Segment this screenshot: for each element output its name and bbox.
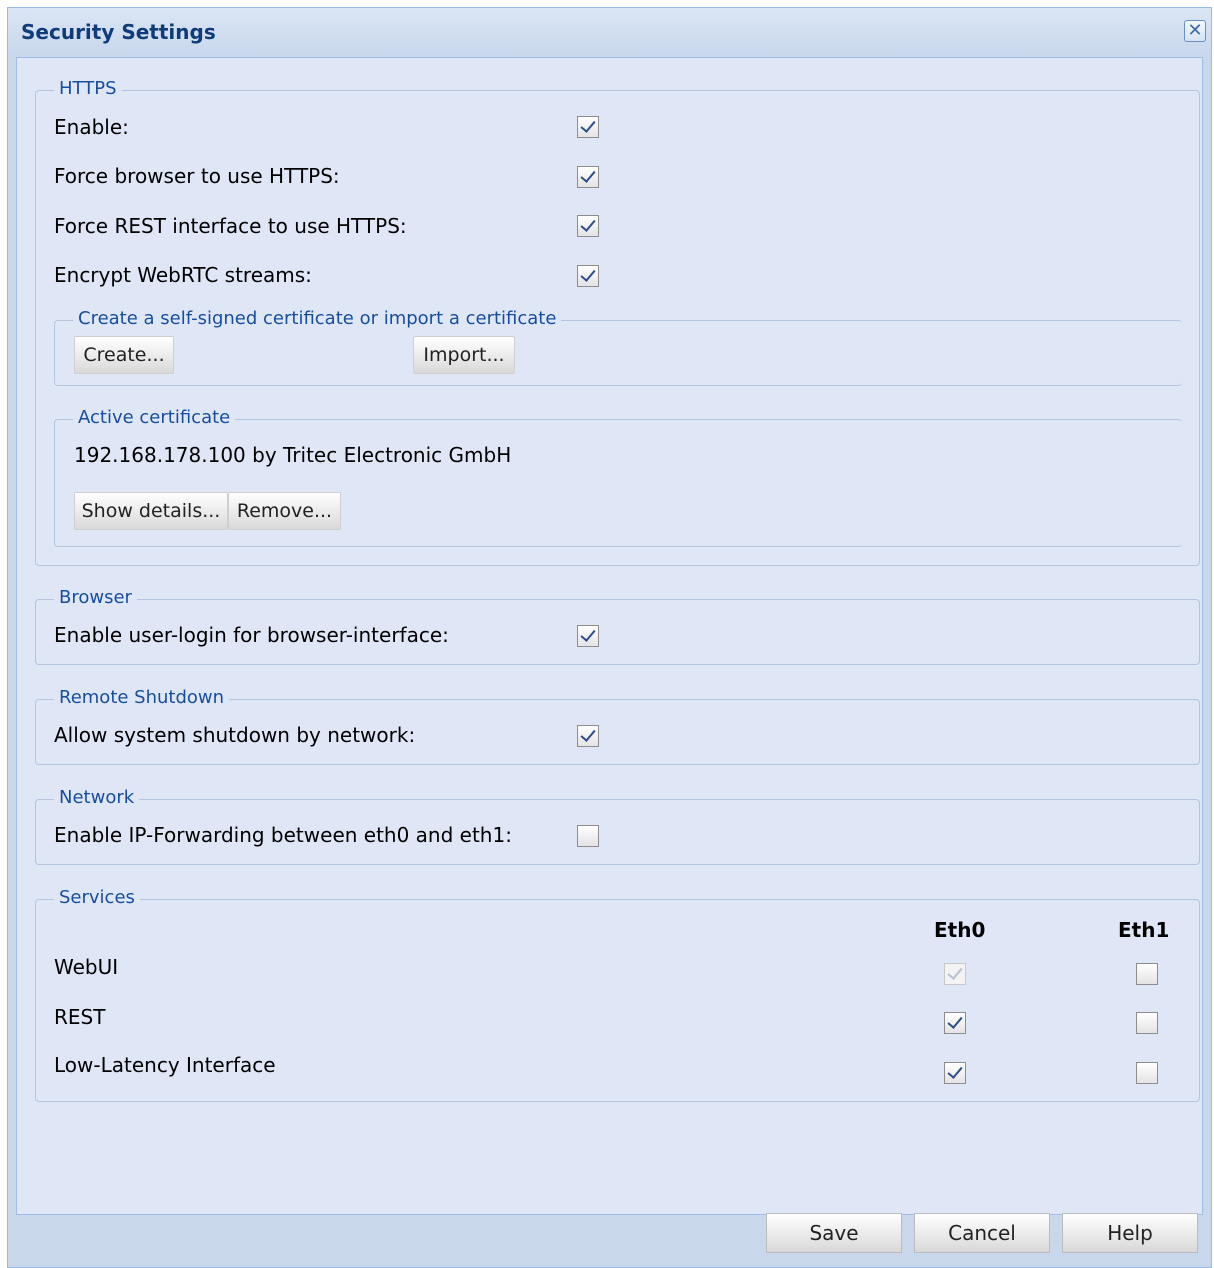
rest-eth0-checkbox[interactable] [944, 1012, 966, 1034]
https-legend: HTTPS [54, 78, 122, 100]
cancel-button[interactable]: Cancel [914, 1213, 1050, 1253]
service-label-rest: REST [54, 1005, 106, 1029]
dialog-body: HTTPS Enable: Force browser to use HTTPS… [16, 57, 1203, 1215]
help-button[interactable]: Help [1062, 1213, 1198, 1253]
remote-shutdown-legend: Remote Shutdown [54, 687, 230, 709]
force-browser-https-checkbox[interactable] [577, 166, 599, 188]
certificate-group-legend: Create a self-signed certificate or impo… [73, 308, 562, 330]
network-fieldset: Network Enable IP-Forwarding between eth… [35, 787, 1200, 865]
active-certificate-legend: Active certificate [73, 407, 236, 429]
low-latency-eth0-checkbox[interactable] [944, 1062, 966, 1084]
certificate-group: Create a self-signed certificate or impo… [54, 308, 1182, 386]
browser-fieldset: Browser Enable user-login for browser-in… [35, 587, 1200, 665]
save-button[interactable]: Save [766, 1213, 902, 1253]
remove-certificate-button[interactable]: Remove... [228, 492, 341, 530]
show-details-button[interactable]: Show details... [74, 492, 228, 530]
browser-login-label: Enable user-login for browser-interface: [54, 623, 449, 647]
eth1-column-header: Eth1 [1118, 918, 1170, 942]
remote-shutdown-checkbox[interactable] [577, 725, 599, 747]
https-fieldset: HTTPS Enable: Force browser to use HTTPS… [35, 78, 1200, 566]
browser-legend: Browser [54, 587, 137, 609]
remote-shutdown-label: Allow system shutdown by network: [54, 723, 416, 747]
force-rest-https-label: Force REST interface to use HTTPS: [54, 214, 407, 238]
eth0-column-header: Eth0 [934, 918, 986, 942]
encrypt-webrtc-checkbox[interactable] [577, 265, 599, 287]
webui-eth0-checkbox [944, 963, 966, 985]
close-icon[interactable]: ✕ [1184, 20, 1206, 42]
low-latency-eth1-checkbox[interactable] [1136, 1062, 1158, 1084]
create-certificate-button[interactable]: Create... [74, 336, 174, 374]
active-certificate-value: 192.168.178.100 by Tritec Electronic Gmb… [74, 443, 512, 467]
remote-shutdown-fieldset: Remote Shutdown Allow system shutdown by… [35, 687, 1200, 765]
ip-forwarding-label: Enable IP-Forwarding between eth0 and et… [54, 823, 512, 847]
active-certificate-group: Active certificate 192.168.178.100 by Tr… [54, 407, 1182, 547]
dialog-title: Security Settings [21, 20, 216, 44]
service-label-webui: WebUI [54, 955, 119, 979]
services-fieldset: Services Eth0 Eth1 WebUI REST Low-Latenc… [35, 887, 1200, 1102]
force-rest-https-checkbox[interactable] [577, 215, 599, 237]
dialog-titlebar[interactable]: Security Settings ✕ [8, 8, 1211, 56]
rest-eth1-checkbox[interactable] [1136, 1012, 1158, 1034]
https-enable-checkbox[interactable] [577, 116, 599, 138]
encrypt-webrtc-label: Encrypt WebRTC streams: [54, 263, 312, 287]
import-certificate-button[interactable]: Import... [413, 336, 515, 374]
ip-forwarding-checkbox[interactable] [577, 825, 599, 847]
services-legend: Services [54, 887, 140, 909]
force-browser-https-label: Force browser to use HTTPS: [54, 164, 340, 188]
network-legend: Network [54, 787, 140, 809]
browser-login-checkbox[interactable] [577, 625, 599, 647]
webui-eth1-checkbox[interactable] [1136, 963, 1158, 985]
https-enable-label: Enable: [54, 115, 129, 139]
service-label-low-latency: Low-Latency Interface [54, 1053, 276, 1077]
